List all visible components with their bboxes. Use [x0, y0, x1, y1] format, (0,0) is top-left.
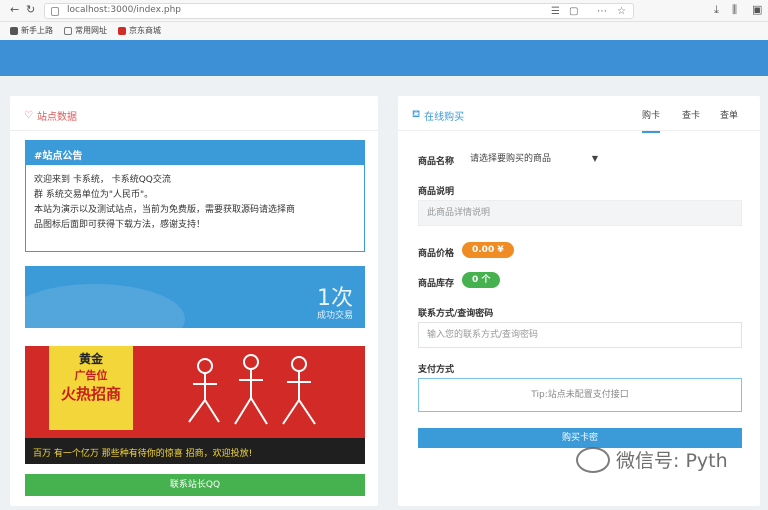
cart-icon: ⛾ — [412, 109, 421, 120]
site-header — [0, 40, 768, 76]
notice-line: 品图标后面即可获得下载方法，感谢支持！ — [34, 220, 206, 230]
bookmark-folder-icon — [64, 26, 72, 35]
decorative-wave — [25, 284, 185, 328]
ad-sign: 黄金 广告位 火热招商 — [49, 346, 133, 430]
product-select-value: 请选择要购买的商品 — [470, 154, 552, 164]
notice-box: #站点公告 欢迎来到 卡系统， 卡系统QQ交流 群 系统交易单位为"人民币"。 … — [25, 140, 365, 252]
ad-footer: 百万 有一个亿万 那些种有待你的惊喜 招商，欢迎投放! — [25, 438, 365, 464]
notice-line: 欢迎来到 卡系统， 卡系统QQ交流 — [34, 175, 171, 185]
site-data-panel: ♡ 站点数据 #站点公告 欢迎来到 卡系统， 卡系统QQ交流 群 系统交易单位为… — [10, 96, 378, 506]
sidebar-icon[interactable]: ▣ — [752, 4, 762, 16]
price-badge: 0.00 ¥ — [462, 242, 514, 258]
bookmark-item[interactable]: 京东商城 — [118, 25, 161, 36]
online-purchase-panel: ⛾ 在线购买 购卡 查卡 查单 商品名称 请选择要购买的商品 ▼ 商品说明 此商… — [398, 96, 760, 506]
panel-title-text: 站点数据 — [36, 112, 77, 123]
wechat-icon — [576, 446, 610, 473]
ad-line: 火热招商 — [60, 385, 121, 403]
notice-title: #站点公告 — [26, 141, 364, 165]
notice-line: 本站为演示以及测试站点，当前为免费版，需要获取源码请选择商 — [34, 205, 296, 215]
watermark: 微信号: Pyth — [576, 446, 728, 473]
bookmark-item[interactable]: 新手上路 — [10, 25, 53, 36]
notice-body: 欢迎来到 卡系统， 卡系统QQ交流 群 系统交易单位为"人民币"。 本站为演示以… — [26, 165, 364, 241]
page-icon[interactable]: ▢ — [569, 6, 578, 18]
address-bar[interactable]: localhost:3000/index.php ☰ ▢ ⋯ ☆ — [44, 3, 634, 19]
payment-label: 支付方式 — [418, 365, 455, 375]
transaction-label: 成功交易 — [316, 311, 353, 321]
url-text: localhost:3000/index.php — [67, 5, 181, 15]
description-field: 此商品详情说明 — [418, 200, 742, 226]
reader-view-icon[interactable]: ☰ — [551, 6, 560, 18]
price-label: 商品价格 — [418, 249, 455, 259]
product-name-label: 商品名称 — [418, 157, 455, 167]
bookmark-label: 常用网址 — [75, 26, 107, 35]
bookmark-site-icon — [118, 26, 126, 35]
contact-input[interactable]: 输入您的联系方式/查询密码 — [418, 322, 742, 348]
back-icon[interactable]: ← — [10, 4, 19, 16]
ad-banner[interactable]: 黄金 广告位 火热招商 百万 有一个亿万 那些种有待你的惊喜 招商，欢迎投放! — [25, 346, 365, 464]
contact-admin-button[interactable]: 联系站长QQ — [25, 474, 365, 496]
buy-button[interactable]: 购买卡密 — [418, 428, 742, 448]
bookmark-folder-icon — [10, 26, 18, 35]
ad-people-illustration — [188, 354, 316, 425]
bookmark-item[interactable]: 常用网址 — [64, 25, 107, 36]
ad-line: 黄金 — [78, 352, 103, 366]
page-info-icon — [51, 7, 59, 16]
more-icon[interactable]: ⋯ — [597, 6, 607, 18]
notice-line: 群 系统交易单位为"人民币"。 — [34, 190, 154, 200]
description-label: 商品说明 — [418, 187, 455, 197]
bookmark-star-icon[interactable]: ☆ — [617, 6, 626, 18]
watermark-text: 微信号: Pyth — [616, 450, 728, 472]
divider — [10, 130, 378, 131]
payment-method-box[interactable]: Tip:站点未配置支付接口 — [418, 378, 742, 412]
tab-query-order[interactable]: 查单 — [720, 108, 738, 131]
ad-line: 广告位 — [74, 369, 108, 382]
browser-toolbar: ← ↻ localhost:3000/index.php ☰ ▢ ⋯ ☆ ⤓ ⫼… — [0, 0, 768, 22]
tab-query-card[interactable]: 查卡 — [682, 108, 700, 131]
panel-title-text: 在线购买 — [424, 112, 465, 123]
panel-title: ⛾ 在线购买 — [412, 108, 464, 123]
stock-badge: 0 个 — [462, 272, 501, 288]
transaction-stat-card: 1次 成功交易 — [25, 266, 365, 328]
panel-title: ♡ 站点数据 — [24, 108, 77, 123]
bookmarks-bar: 新手上路 常用网址 京东商城 — [0, 22, 768, 40]
bookmark-label: 京东商城 — [129, 26, 161, 35]
library-icon[interactable]: ⫼ — [732, 4, 737, 16]
reload-icon[interactable]: ↻ — [26, 4, 35, 16]
heart-icon: ♡ — [24, 110, 33, 121]
divider — [398, 130, 760, 131]
bookmark-label: 新手上路 — [21, 26, 53, 35]
contact-label: 联系方式/查询密码 — [418, 309, 494, 319]
product-select[interactable]: 请选择要购买的商品 ▼ — [466, 150, 606, 168]
stock-label: 商品库存 — [418, 279, 455, 289]
download-icon[interactable]: ⤓ — [714, 4, 719, 16]
chevron-down-icon: ▼ — [591, 154, 598, 163]
